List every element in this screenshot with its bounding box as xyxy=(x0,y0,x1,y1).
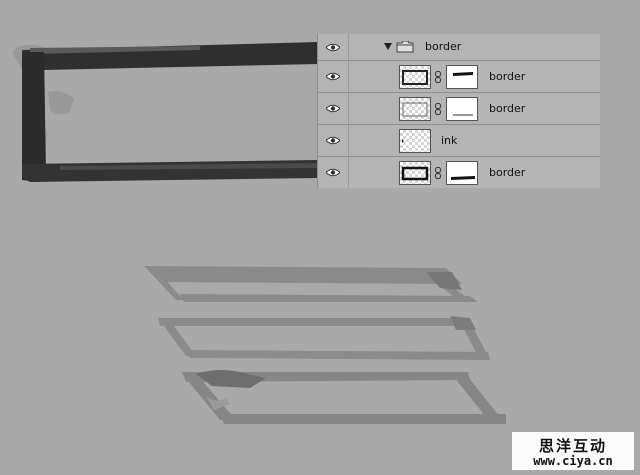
layer-row[interactable]: border xyxy=(318,156,600,188)
visibility-toggle[interactable] xyxy=(318,93,349,124)
watermark-url: www.ciya.cn xyxy=(533,454,613,468)
visibility-toggle[interactable] xyxy=(318,34,349,60)
layer-row[interactable]: border xyxy=(318,92,600,124)
folder-icon xyxy=(396,41,414,53)
layers-panel: border border border ink border xyxy=(317,34,600,188)
chain-link-icon[interactable] xyxy=(435,103,441,115)
group-name: border xyxy=(425,40,462,53)
eye-icon xyxy=(326,72,340,81)
chain-link-icon[interactable] xyxy=(435,167,441,179)
eye-icon xyxy=(326,136,340,145)
ink-brush-frame xyxy=(12,42,318,182)
eye-icon xyxy=(326,168,340,177)
visibility-toggle[interactable] xyxy=(318,157,349,188)
skewed-frame-3 xyxy=(182,370,506,424)
skewed-frame-2 xyxy=(158,316,490,360)
layer-mask-thumbnail[interactable] xyxy=(446,161,478,185)
layer-name: border xyxy=(489,166,526,179)
eye-icon xyxy=(326,43,340,51)
watermark: 思洋互动 www.ciya.cn xyxy=(512,432,634,470)
visibility-toggle[interactable] xyxy=(318,61,349,92)
layer-name: ink xyxy=(441,134,458,147)
visibility-toggle[interactable] xyxy=(318,125,349,156)
layer-group-row[interactable]: border xyxy=(318,34,600,60)
skewed-frame-1 xyxy=(144,266,478,302)
layer-row[interactable]: border xyxy=(318,60,600,92)
layer-thumbnail[interactable] xyxy=(399,65,431,89)
layer-mask-thumbnail[interactable] xyxy=(446,65,478,89)
watermark-title: 思洋互动 xyxy=(538,437,607,455)
layer-name: border xyxy=(489,70,526,83)
layer-mask-thumbnail[interactable] xyxy=(446,97,478,121)
eye-icon xyxy=(326,104,340,113)
layer-name: border xyxy=(489,102,526,115)
layer-thumbnail[interactable] xyxy=(399,161,431,185)
layer-thumbnail[interactable] xyxy=(399,129,431,153)
disclosure-triangle-icon[interactable] xyxy=(384,43,392,50)
chain-link-icon[interactable] xyxy=(435,71,441,83)
layer-thumbnail[interactable] xyxy=(399,97,431,121)
layer-row[interactable]: ink xyxy=(318,124,600,156)
